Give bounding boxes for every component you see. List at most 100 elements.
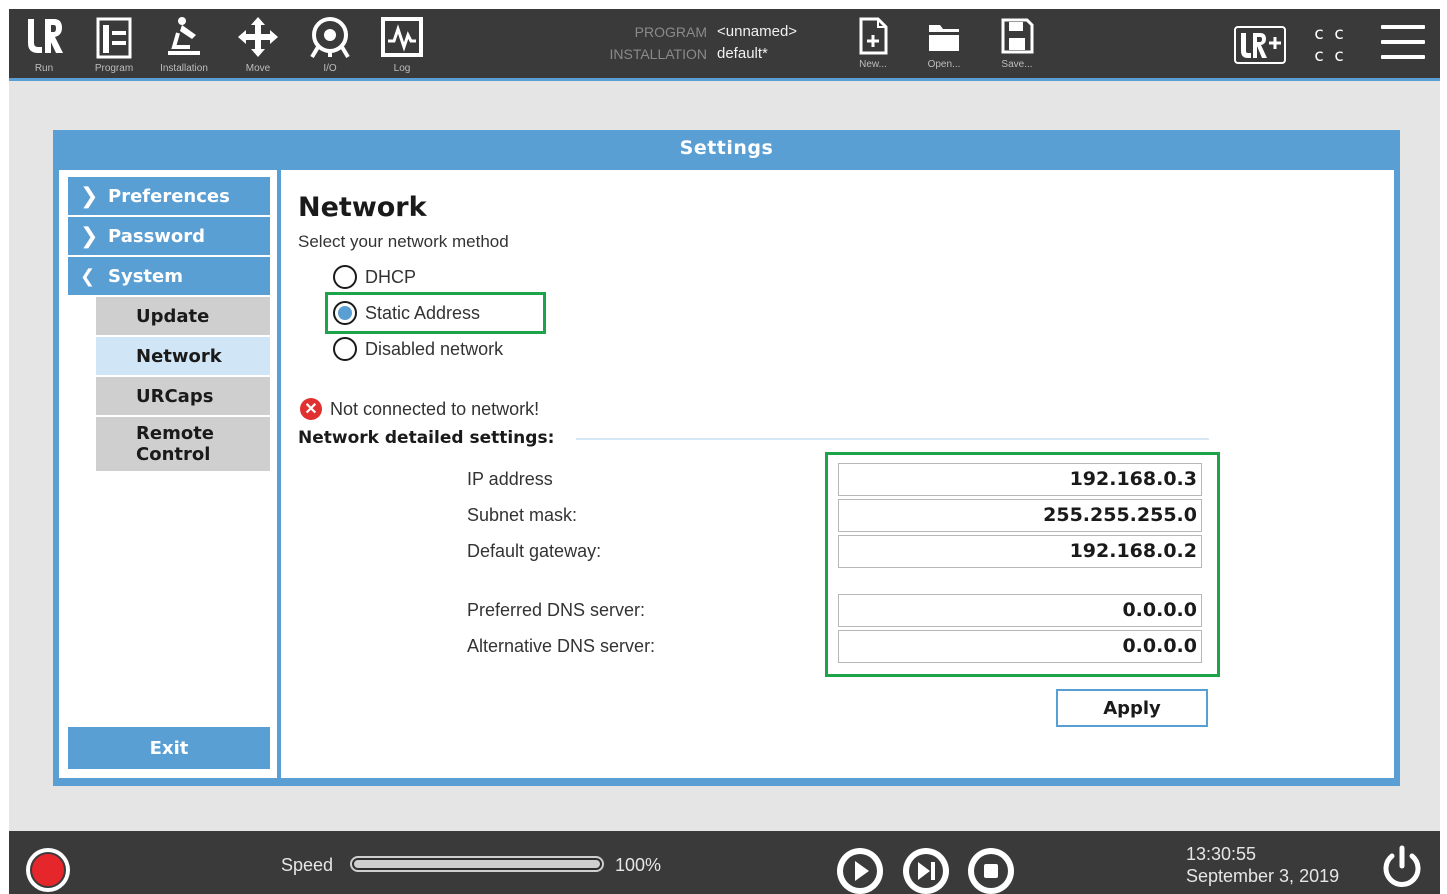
play-icon (838, 849, 882, 893)
io-icon (310, 17, 350, 59)
preferred-dns-field[interactable]: 0.0.0.0 (838, 594, 1202, 627)
radio-label: Disabled network (365, 338, 504, 359)
sidebar-item-label: Preferences (108, 185, 230, 207)
open-button[interactable]: Open... (921, 17, 967, 77)
radio-label: Static Address (365, 302, 481, 323)
clock: 13:30:55 September 3, 2019 (1186, 843, 1339, 887)
sidebar-item-network[interactable]: Network (96, 337, 270, 375)
speed-slider[interactable] (350, 856, 604, 872)
hamburger-icon[interactable] (1381, 25, 1425, 63)
new-button[interactable]: New... (850, 17, 896, 77)
installation-name: default* (717, 45, 768, 62)
nav-program-button[interactable]: Program (83, 13, 145, 79)
subnet-mask-label: Subnet mask: (467, 505, 578, 525)
network-panel: Network Select your network method DHCP … (281, 170, 1394, 778)
nav-run-label: Run (34, 63, 54, 74)
radio-label: DHCP (365, 266, 417, 287)
preferred-dns-label: Preferred DNS server: (467, 600, 646, 620)
open-label: Open... (927, 59, 961, 70)
ip-address-field[interactable]: 192.168.0.3 (838, 463, 1202, 496)
sidebar-item-label: System (108, 265, 183, 287)
save-icon (1001, 18, 1034, 54)
chevron-right-icon: ❯ (80, 183, 99, 209)
new-file-icon (859, 17, 888, 55)
details-heading: Network detailed settings: (298, 428, 555, 448)
ur-logo-icon (28, 19, 63, 53)
move-icon (238, 17, 278, 57)
radio-circle-selected (333, 301, 357, 325)
alternative-dns-label: Alternative DNS server: (467, 636, 656, 656)
nav-installation-label: Installation (160, 63, 208, 74)
cc-letter: c (1334, 24, 1344, 44)
record-icon (30, 852, 66, 888)
chevron-right-icon: ❯ (80, 223, 99, 249)
record-button[interactable] (26, 848, 70, 892)
speed-label: Speed (281, 855, 334, 875)
program-key: PROGRAM (634, 24, 707, 40)
radio-static-address[interactable]: Static Address (333, 298, 480, 328)
save-label: Save... (1001, 59, 1033, 70)
app-frame: Run Program Installation Move I/O Log PR… (9, 9, 1440, 894)
cc-letter: c (1314, 46, 1324, 66)
stop-button[interactable] (968, 848, 1014, 894)
nav-installation-button[interactable]: Installation (153, 13, 215, 79)
clock-date: September 3, 2019 (1186, 866, 1340, 886)
divider (576, 438, 1209, 440)
dialog-title: Settings (679, 137, 774, 159)
sidebar-item-update[interactable]: Update (96, 297, 270, 335)
default-gateway-field[interactable]: 192.168.0.2 (838, 535, 1202, 568)
installation-icon (168, 17, 200, 55)
speed-value: 100% (615, 855, 662, 875)
new-label: New... (859, 59, 887, 70)
nav-move-label: Move (245, 63, 271, 74)
program-name: <unnamed> (717, 23, 798, 40)
sidebar-item-label: Password (108, 225, 206, 247)
radio-circle (333, 265, 357, 289)
nav-io-button[interactable]: I/O (299, 13, 361, 79)
subnet-mask-field[interactable]: 255.255.255.0 (838, 499, 1202, 532)
log-icon (381, 17, 423, 57)
settings-dialog: Settings ❯ Preferences ❯ Password ❮ Syst… (53, 130, 1400, 786)
default-gateway-label: Default gateway: (467, 541, 602, 561)
cc-letter: c (1314, 24, 1324, 44)
program-info: PROGRAM <unnamed> INSTALLATION default* (569, 21, 839, 65)
control-mode-indicator[interactable]: c c c c (1309, 23, 1349, 67)
radio-disabled-network[interactable]: Disabled network (333, 334, 503, 364)
network-method-prompt: Select your network method (298, 232, 509, 251)
save-button[interactable]: Save... (994, 17, 1040, 77)
nav-io-label: I/O (323, 63, 337, 74)
page-title: Network (298, 192, 427, 223)
network-status-text: Not connected to network! (330, 398, 540, 419)
sidebar-item-urcaps[interactable]: URCaps (96, 377, 270, 415)
sidebar-item-system[interactable]: ❮ System (68, 257, 270, 295)
radio-dhcp[interactable]: DHCP (333, 262, 416, 292)
sidebar-item-preferences[interactable]: ❯ Preferences (68, 177, 270, 215)
sidebar-item-password[interactable]: ❯ Password (68, 217, 270, 255)
apply-button[interactable]: Apply (1056, 689, 1208, 727)
settings-sidebar: ❯ Preferences ❯ Password ❮ System Update… (59, 170, 277, 778)
sidebar-item-remote-control[interactable]: Remote Control (96, 417, 270, 471)
urplus-icon[interactable] (1233, 25, 1287, 65)
ip-address-label: IP address (467, 469, 553, 489)
clock-time: 13:30:55 (1186, 844, 1257, 864)
alternative-dns-field[interactable]: 0.0.0.0 (838, 630, 1202, 663)
nav-log-label: Log (393, 63, 411, 74)
nav-run-button[interactable]: Run (13, 13, 75, 79)
step-icon (904, 849, 948, 893)
error-icon: ✕ (300, 398, 322, 420)
nav-program-label: Program (94, 63, 134, 74)
cc-letter: c (1334, 46, 1344, 66)
radio-circle (333, 337, 357, 361)
bottom-bar: Speed 100% 13:30:55 September 3, 2019 (9, 831, 1440, 894)
power-icon[interactable] (1378, 844, 1426, 892)
stop-icon (969, 849, 1013, 893)
exit-button[interactable]: Exit (68, 727, 270, 769)
step-button[interactable] (903, 848, 949, 894)
nav-log-button[interactable]: Log (371, 13, 433, 79)
nav-move-button[interactable]: Move (227, 13, 289, 79)
play-button[interactable] (837, 848, 883, 894)
installation-key: INSTALLATION (609, 46, 707, 62)
chevron-down-icon: ❮ (80, 265, 96, 287)
top-bar: Run Program Installation Move I/O Log PR… (9, 9, 1440, 81)
speed-slider-fill (354, 860, 600, 868)
